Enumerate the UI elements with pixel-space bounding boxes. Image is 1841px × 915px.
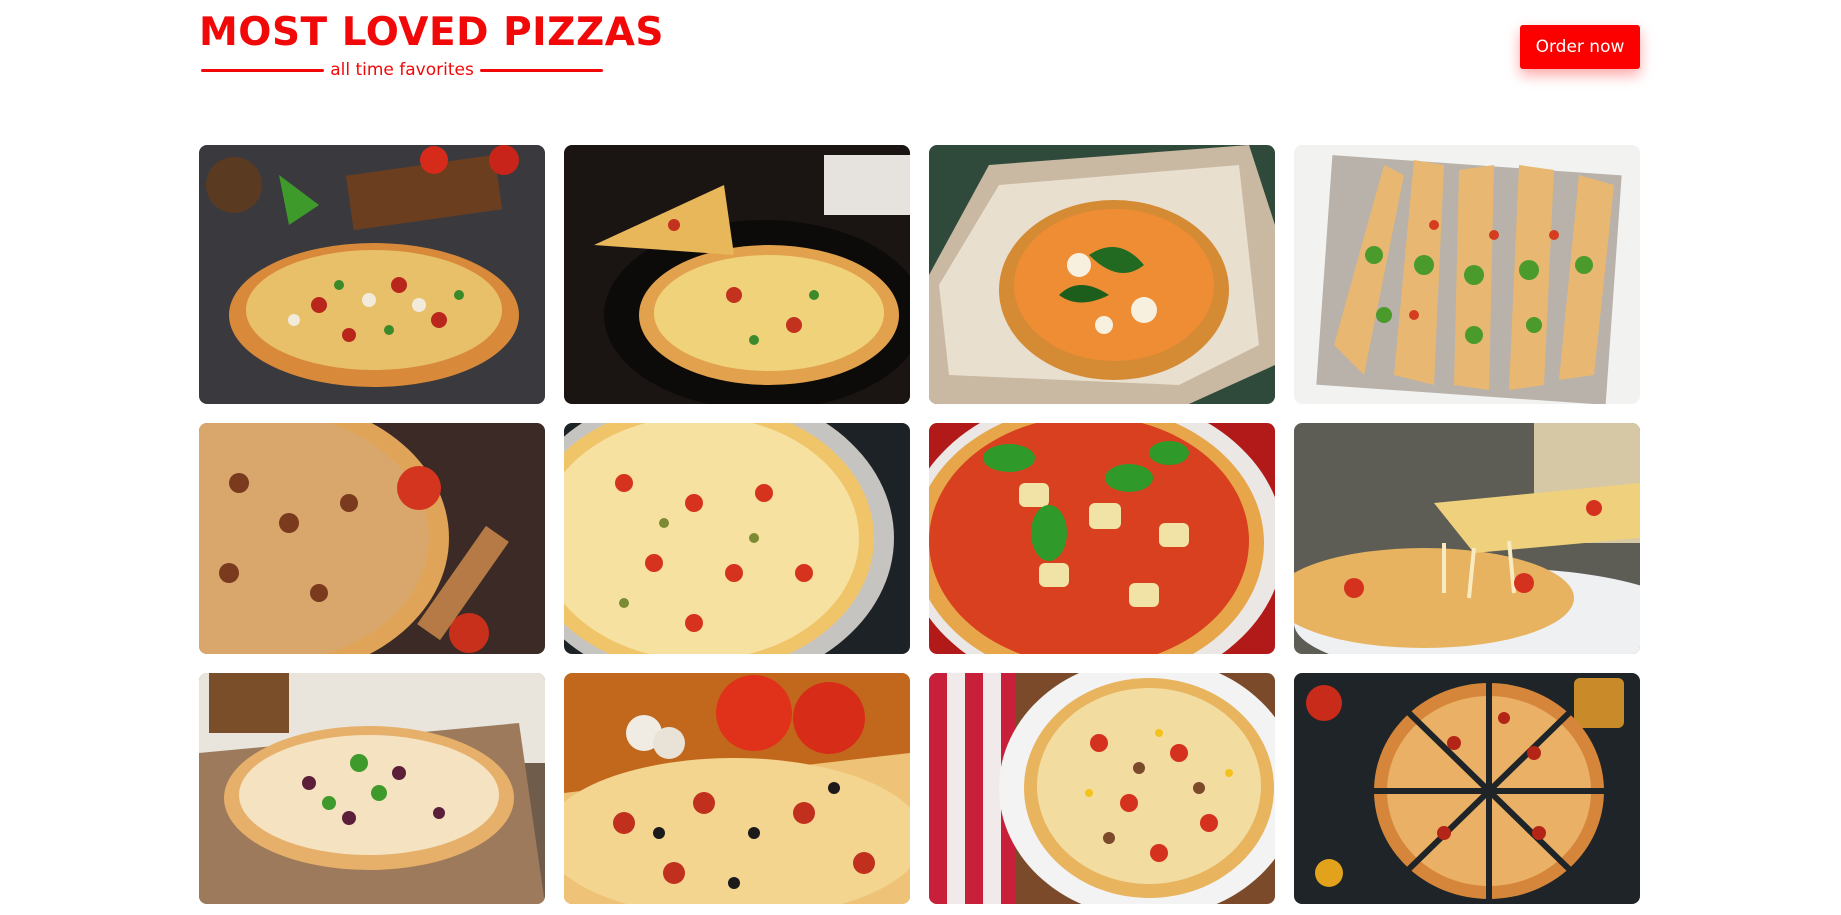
pizza-image-7[interactable] [929, 423, 1275, 654]
pizza-image-10[interactable] [564, 673, 910, 904]
gallery-row-3 [199, 673, 1640, 904]
pizza-image-3[interactable] [929, 145, 1275, 404]
pizza-image-2[interactable] [564, 145, 910, 404]
subtitle-row: all time favorites [201, 56, 604, 84]
pizza-image-6[interactable] [564, 423, 910, 654]
order-now-button[interactable]: Order now [1520, 25, 1640, 69]
pizza-image-4[interactable] [1294, 145, 1640, 404]
page-subtitle: all time favorites [330, 60, 474, 80]
subtitle-right-line [479, 68, 604, 72]
gallery-row-2 [199, 423, 1640, 654]
page-header: MOST LOVED PIZZAS all time favorites Ord… [199, 10, 1640, 100]
pizza-image-11[interactable] [929, 673, 1275, 904]
pizza-image-9[interactable] [199, 673, 545, 904]
pizza-image-5[interactable] [199, 423, 545, 654]
pizza-image-8[interactable] [1294, 423, 1640, 654]
subtitle-left-line [201, 68, 325, 72]
pizza-image-12[interactable] [1294, 673, 1640, 904]
pizza-gallery [199, 145, 1640, 915]
pizza-image-1[interactable] [199, 145, 545, 404]
page-title: MOST LOVED PIZZAS [199, 10, 664, 55]
gallery-row-1 [199, 145, 1640, 404]
